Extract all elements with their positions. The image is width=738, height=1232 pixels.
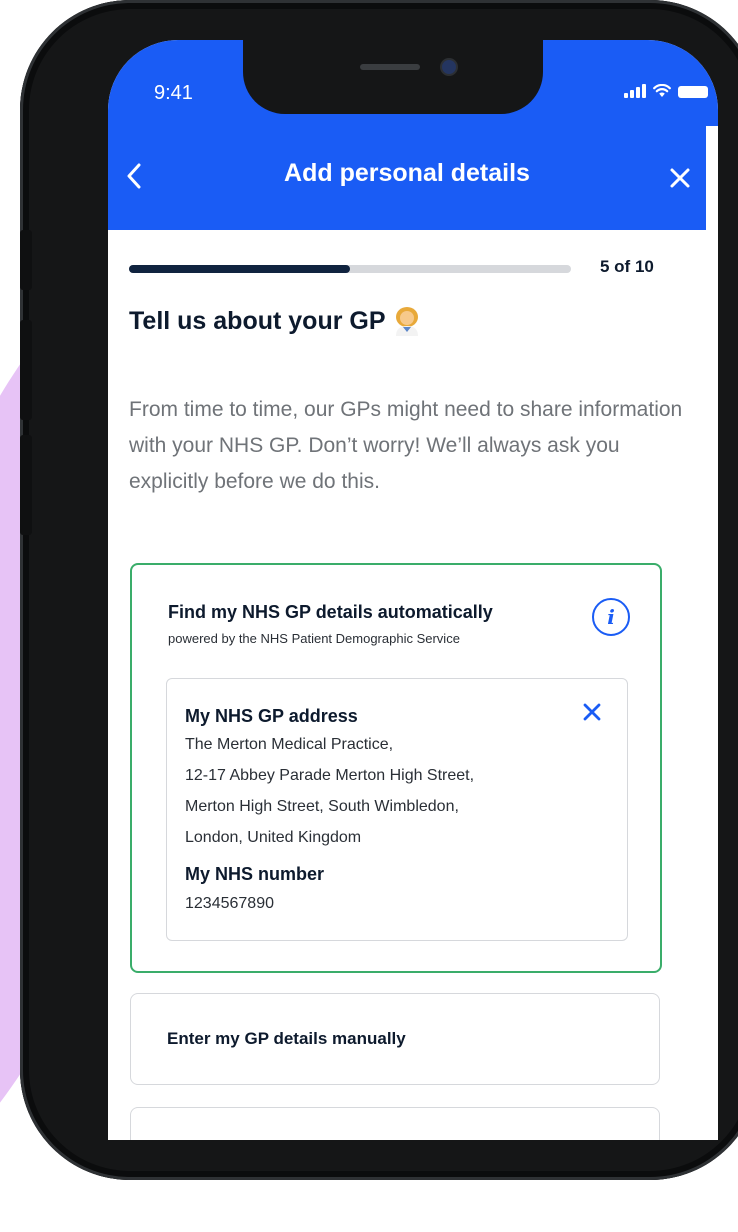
gp-address-title: My NHS GP address [185, 706, 358, 726]
page-title-text: Tell us about your GP [129, 306, 386, 335]
front-camera [442, 60, 456, 74]
auto-find-gp-card[interactable]: Find my NHS GP details automatically pow… [130, 563, 662, 973]
speaker [360, 64, 420, 70]
app-screen: 9:41 Add personal details 5 of 10 Tell u… [108, 40, 718, 1140]
phone-frame: 9:41 Add personal details 5 of 10 Tell u… [20, 0, 738, 1180]
info-icon[interactable]: i [592, 598, 630, 636]
signal-icon [624, 84, 646, 98]
mute-switch [20, 230, 32, 290]
volume-down-button [20, 435, 32, 535]
auto-card-subtitle: powered by the NHS Patient Demographic S… [168, 631, 460, 646]
gp-address-box: My NHS GP address The Merton Medical Pra… [166, 678, 628, 941]
close-icon [583, 703, 601, 721]
address-line: Merton High Street, South Wimbledon, [185, 798, 459, 815]
close-icon [670, 168, 690, 188]
app-header: Add personal details [108, 126, 706, 230]
battery-icon [678, 86, 708, 98]
wifi-icon [653, 84, 671, 97]
woman-health-worker-emoji [395, 307, 418, 336]
next-option-card[interactable] [130, 1107, 660, 1140]
address-line: The Merton Medical Practice, [185, 736, 394, 753]
notch [243, 40, 543, 114]
close-button[interactable] [660, 158, 700, 198]
status-icons [624, 84, 708, 98]
manual-gp-card[interactable]: Enter my GP details manually [130, 993, 660, 1085]
intro-text: From time to time, our GPs might need to… [129, 398, 683, 493]
address-line: 12-17 Abbey Parade Merton High Street, [185, 767, 475, 784]
remove-address-button[interactable] [577, 697, 607, 727]
nhs-number-title: My NHS number [185, 864, 325, 884]
header-title: Add personal details [284, 159, 530, 187]
volume-up-button [20, 320, 32, 420]
progress-fill [129, 265, 350, 273]
page-title: Tell us about your GP [129, 306, 420, 336]
address-line: London, United Kingdom [185, 829, 362, 846]
status-time: 9:41 [154, 82, 193, 104]
status-bar: 9:41 [108, 40, 718, 126]
manual-gp-label: Enter my GP details manually [167, 1029, 406, 1048]
progress-bar [129, 265, 571, 273]
auto-card-title: Find my NHS GP details automatically [168, 602, 493, 622]
nhs-number-value: 1234567890 [185, 895, 274, 912]
step-counter: 5 of 10 [600, 257, 654, 276]
